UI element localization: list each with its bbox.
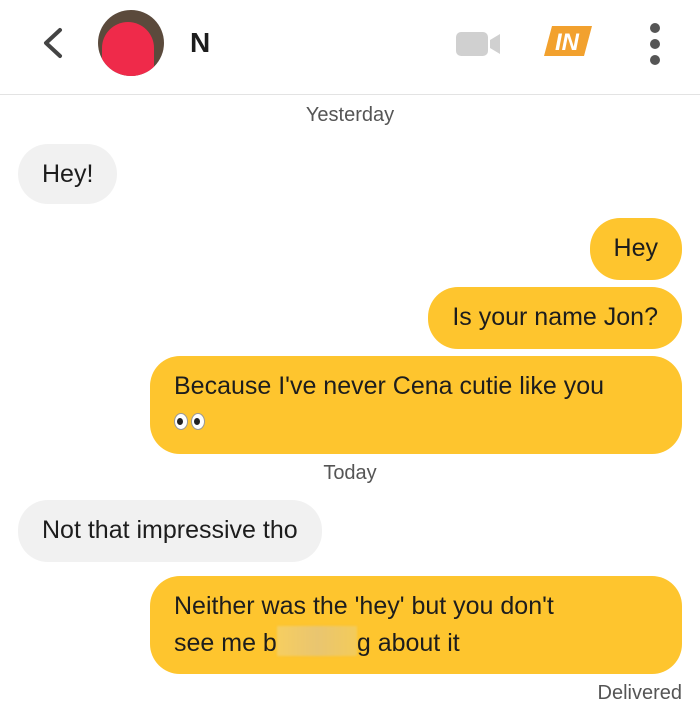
more-options-button[interactable] — [640, 22, 670, 66]
in-badge-text: IN — [555, 29, 580, 56]
message-text: Because I've never Cena cutie like you — [174, 372, 605, 400]
message-text: Not that impressive tho — [42, 516, 298, 544]
back-button[interactable] — [36, 26, 70, 60]
message-sent[interactable]: Hey — [589, 218, 682, 280]
message-received[interactable]: Not that impressive tho — [18, 500, 322, 562]
message-sent[interactable]: Neither was the 'hey' but you don't see … — [150, 576, 682, 674]
more-vertical-icon — [650, 23, 660, 65]
in-badge-icon: IN — [544, 26, 592, 56]
message-text: Is your name Jon? — [452, 303, 658, 331]
contact-name[interactable]: N — [190, 27, 210, 59]
in-badge-button[interactable]: IN — [544, 24, 592, 58]
message-sent[interactable]: Is your name Jon? — [428, 287, 682, 349]
timestamp-yesterday: Yesterday — [305, 104, 395, 126]
delivery-status: Delivered — [597, 682, 682, 704]
chevron-left-icon — [44, 28, 62, 58]
video-call-button[interactable] — [456, 30, 502, 58]
avatar[interactable] — [98, 10, 164, 76]
eyes-emoji-icon — [174, 412, 205, 430]
message-text: Hey! — [42, 160, 94, 188]
chat-header: N IN — [0, 0, 700, 95]
avatar-redaction — [102, 22, 154, 76]
message-sent[interactable]: Because I've never Cena cutie like you — [150, 356, 682, 454]
message-text-fragment: see me b — [174, 629, 277, 657]
message-text-line: Neither was the 'hey' but you don't — [174, 592, 554, 620]
timestamp-today: Today — [323, 462, 377, 484]
message-text: Hey — [613, 234, 658, 262]
video-camera-icon — [456, 32, 500, 56]
redacted-word — [276, 626, 357, 656]
message-text-fragment: g about it — [356, 629, 460, 657]
message-received[interactable]: Hey! — [18, 144, 118, 204]
